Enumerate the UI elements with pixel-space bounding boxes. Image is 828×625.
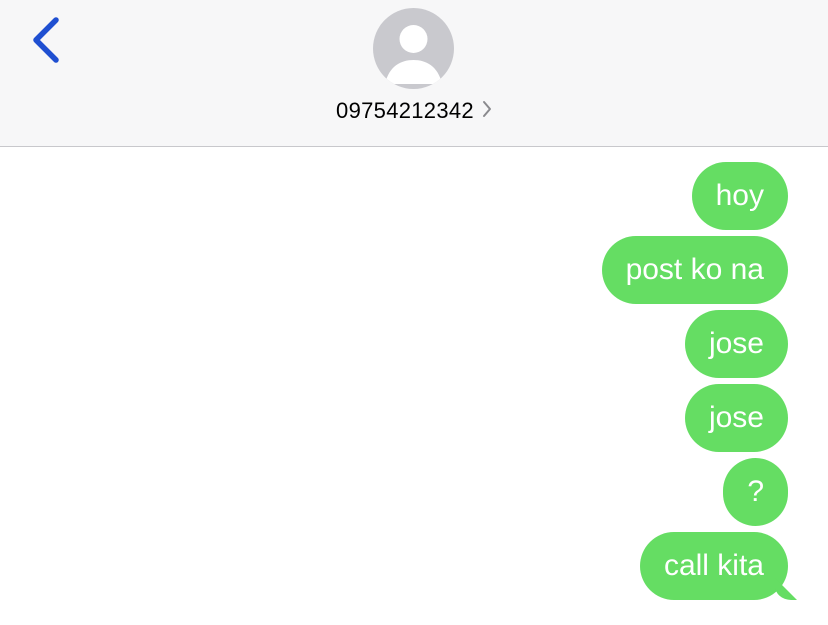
message-bubble[interactable]: ? [723, 458, 788, 526]
back-button[interactable] [28, 16, 68, 66]
chevron-right-icon [482, 100, 492, 123]
contact-details-link[interactable]: 09754212342 [0, 96, 828, 126]
conversation-header: 09754212342 [0, 0, 828, 147]
avatar[interactable] [373, 8, 454, 89]
message-bubble[interactable]: jose [684, 384, 788, 452]
message-bubble[interactable]: hoy [691, 162, 788, 230]
message-bubble[interactable]: post ko na [601, 236, 788, 304]
message-bubble[interactable]: jose [684, 310, 788, 378]
chevron-left-icon [33, 17, 59, 63]
person-silhouette-icon [385, 25, 442, 84]
message-bubble[interactable]: call kita [639, 532, 788, 600]
contact-name: 09754212342 [336, 98, 474, 123]
message-thread: hoy post ko na jose jose ? call kita [601, 162, 788, 606]
